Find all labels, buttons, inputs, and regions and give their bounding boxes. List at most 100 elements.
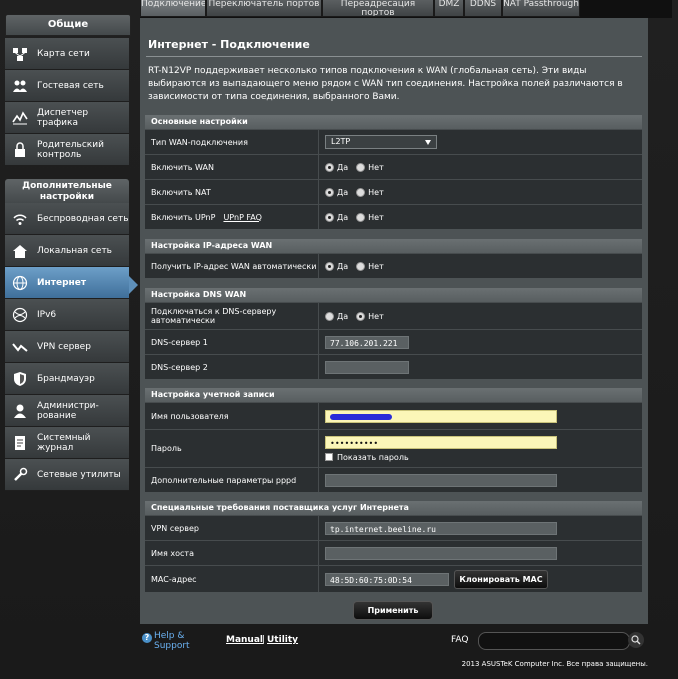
mac-label: MAC-адрес xyxy=(145,566,319,592)
row-auto-dns: Подключаться к DNS-серверу автоматически… xyxy=(145,302,642,329)
radio-icon xyxy=(325,261,334,271)
tab-nat-passthrough-label: NAT Passthrough xyxy=(503,0,579,9)
sidebar-item-label: IPv6 xyxy=(37,309,57,320)
row-vpn-server: VPN сервер tp.internet.beeline.ru xyxy=(145,515,642,540)
sidebar-item-lan[interactable]: Локальная сеть xyxy=(5,235,129,267)
sidebar-item-network-tools[interactable]: Сетевые утилиты xyxy=(5,459,129,491)
sidebar-item-system-log[interactable]: Системный журнал xyxy=(5,427,129,459)
sidebar-item-label: Системный журнал xyxy=(37,432,91,453)
firewall-icon xyxy=(5,363,35,394)
guest-network-icon xyxy=(5,70,35,101)
checkbox-icon xyxy=(325,453,333,461)
sidebar-item-guest-network[interactable]: Гостевая сеть xyxy=(5,70,129,102)
password-input[interactable]: •••••••••• xyxy=(325,435,557,449)
sidebar-item-vpn[interactable]: VPN сервер xyxy=(5,331,129,363)
enable-nat-no[interactable]: Нет xyxy=(356,187,384,197)
no-label: Нет xyxy=(368,162,384,172)
row-dns1: DNS-сервер 1 77.106.201.221 xyxy=(145,329,642,354)
enable-wan-no[interactable]: Нет xyxy=(356,162,384,172)
vpn-server-input[interactable]: tp.internet.beeline.ru xyxy=(325,521,557,535)
tab-port-trigger[interactable]: Переключатель портов xyxy=(206,0,322,17)
apply-button[interactable]: Применить xyxy=(353,601,433,620)
manual-link[interactable]: Manual xyxy=(226,635,263,645)
clone-mac-button[interactable]: Клонировать MAC xyxy=(454,569,548,589)
tab-port-forwarding[interactable]: Переадресация портов xyxy=(322,0,434,17)
sidebar-item-label: Гостевая сеть xyxy=(37,80,104,91)
mac-input[interactable]: 48:5D:60:75:0D:54 xyxy=(325,572,449,586)
dns2-input[interactable] xyxy=(325,360,409,374)
sidebar-item-label: Локальная сеть xyxy=(37,245,112,256)
radio-icon xyxy=(356,162,366,172)
enable-upnp-no[interactable]: Нет xyxy=(356,212,384,222)
row-enable-wan: Включить WAN Да Нет xyxy=(145,154,642,179)
sidebar-item-wireless[interactable]: Беспроводная сеть xyxy=(5,203,129,235)
sidebar-item-label: Диспетчер трафика xyxy=(37,107,89,128)
sidebar-item-traffic-manager[interactable]: Диспетчер трафика xyxy=(5,102,129,134)
utility-link[interactable]: Utility xyxy=(267,635,298,645)
yes-label: Да xyxy=(337,311,349,321)
row-mac: MAC-адрес 48:5D:60:75:0D:54 Клонировать … xyxy=(145,565,642,592)
tab-dmz-label: DMZ xyxy=(438,0,460,9)
row-username: Имя пользователя xyxy=(145,402,642,429)
tab-dmz[interactable]: DMZ xyxy=(434,0,464,17)
radio-icon xyxy=(356,212,366,222)
username-input[interactable] xyxy=(325,409,557,423)
sidebar-item-network-map[interactable]: Карта сети xyxy=(5,38,129,70)
row-enable-nat: Включить NAT Да Нет xyxy=(145,179,642,204)
sidebar-item-label: Администри-рование xyxy=(37,400,99,421)
auto-ip-yes[interactable]: Да xyxy=(325,261,349,271)
pppd-label: Дополнительные параметры pppd xyxy=(145,468,319,492)
sidebar-item-label: Интернет xyxy=(37,277,87,288)
wan-type-select[interactable]: L2TP xyxy=(325,135,437,149)
sidebar-item-internet[interactable]: Интернет xyxy=(5,267,129,299)
search-button[interactable] xyxy=(628,632,644,648)
dns2-label: DNS-сервер 2 xyxy=(145,355,319,379)
yes-label: Да xyxy=(337,212,349,222)
tab-ddns[interactable]: DDNS xyxy=(464,0,502,17)
main-panel: Интернет - Подключение RT-N12VP поддержи… xyxy=(140,18,648,624)
no-label: Нет xyxy=(368,187,384,197)
tab-connection[interactable]: Подключение xyxy=(140,0,206,17)
sidebar-item-firewall[interactable]: Брандмауэр xyxy=(5,363,129,395)
sidebar-item-parental-control[interactable]: Родительский контроль xyxy=(5,134,129,166)
traffic-manager-icon xyxy=(5,102,35,133)
row-wan-type: Тип WAN-подключения L2TP xyxy=(145,129,642,154)
faq-search-input[interactable] xyxy=(478,632,630,650)
enable-nat-yes[interactable]: Да xyxy=(325,187,348,197)
section-basic-header: Основные настройки xyxy=(145,115,642,129)
sidebar-item-label: VPN сервер xyxy=(37,341,91,352)
title-divider xyxy=(146,56,642,57)
enable-wan-yes[interactable]: Да xyxy=(325,162,348,172)
auto-dns-no[interactable]: Нет xyxy=(356,311,384,321)
enable-wan-label: Включить WAN xyxy=(145,155,319,179)
auto-dns-yes[interactable]: Да xyxy=(325,311,349,321)
page-description: RT-N12VP поддерживает несколько типов по… xyxy=(148,66,623,102)
sidebar-item-administration[interactable]: Администри-рование xyxy=(5,395,129,427)
radio-icon xyxy=(356,187,366,197)
footer: ? Help & Support Manual | Utility FAQ xyxy=(140,628,648,654)
yes-label: Да xyxy=(337,261,349,271)
sidebar-item-ipv6[interactable]: IPv6 xyxy=(5,299,129,331)
section-dns-header: Настройка DNS WAN xyxy=(145,288,642,302)
username-label: Имя пользователя xyxy=(145,403,319,429)
tab-nat-passthrough[interactable]: NAT Passthrough xyxy=(502,0,580,17)
row-dns2: DNS-сервер 2 xyxy=(145,354,642,379)
tab-ddns-label: DDNS xyxy=(469,0,497,9)
upnp-faq-link[interactable]: UPnP FAQ xyxy=(223,213,261,222)
no-label: Нет xyxy=(368,311,384,321)
internet-icon xyxy=(5,267,35,298)
auto-ip-label: Получить IP-адрес WAN автоматически xyxy=(145,254,319,278)
active-arrow xyxy=(129,276,138,294)
dns1-input[interactable]: 77.106.201.221 xyxy=(325,335,409,349)
show-password-toggle[interactable]: Показать пароль xyxy=(325,453,409,462)
auto-ip-no[interactable]: Нет xyxy=(356,261,384,271)
enable-upnp-yes[interactable]: Да xyxy=(325,212,349,222)
dropdown-arrow-icon xyxy=(425,140,431,145)
row-enable-upnp: Включить UPnP UPnP FAQ Да Нет xyxy=(145,204,642,229)
pppd-input[interactable] xyxy=(325,473,557,487)
show-password-label: Показать пароль xyxy=(337,452,409,462)
row-auto-ip: Получить IP-адрес WAN автоматически Да Н… xyxy=(145,253,642,278)
hostname-input[interactable] xyxy=(325,546,557,560)
lan-icon xyxy=(5,235,35,266)
help-support-link[interactable]: Help & Support xyxy=(154,631,200,651)
